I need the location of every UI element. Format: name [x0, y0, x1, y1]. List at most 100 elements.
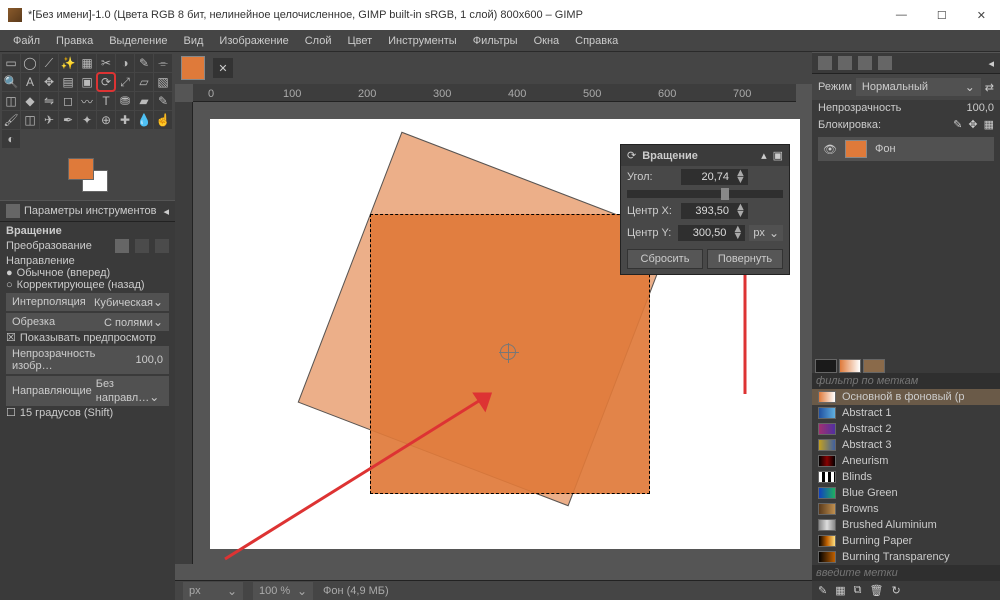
transform-path-icon[interactable]	[155, 239, 169, 253]
tool-measure[interactable]: A	[21, 73, 39, 91]
patterns-tab[interactable]	[839, 359, 861, 373]
dialog-detach-icon[interactable]: ▣	[773, 149, 783, 162]
layers-tab-icon[interactable]	[818, 56, 832, 70]
minimize-button[interactable]: —	[890, 9, 913, 22]
status-unit[interactable]: px	[183, 582, 243, 600]
angle-slider[interactable]	[627, 190, 783, 198]
visibility-icon[interactable]: 👁	[823, 143, 837, 156]
grad-edit-icon[interactable]: ✎	[818, 584, 827, 597]
tool-bucket[interactable]: ⛃	[116, 92, 134, 110]
tool-paintbrush[interactable]: 🖌	[2, 111, 20, 129]
swatch-fg[interactable]	[68, 158, 94, 180]
tool-blur[interactable]: 💧	[135, 111, 153, 129]
tool-rect-select[interactable]: ▭	[2, 54, 20, 72]
tool-move[interactable]: ✥	[40, 73, 58, 91]
tool-airbrush[interactable]: ✈	[40, 111, 58, 129]
menu-windows[interactable]: Окна	[527, 32, 567, 50]
rotate-button[interactable]: Повернуть	[707, 249, 783, 269]
interpolation-dropdown[interactable]: ИнтерполяцияКубическая	[6, 293, 169, 311]
canvas-area[interactable]: 0 100 200 300 400 500 600 700	[175, 84, 812, 580]
gradient-item[interactable]: Blue Green	[812, 485, 1000, 501]
tool-scale[interactable]: ⤢	[116, 73, 134, 91]
gradient-item[interactable]: Abstract 1	[812, 405, 1000, 421]
menu-layer[interactable]: Слой	[298, 32, 339, 50]
dock-menu-icon[interactable]: ◂	[988, 57, 994, 70]
lock-position-icon[interactable]: ✥	[968, 118, 977, 131]
tool-scissors[interactable]: ✂	[97, 54, 115, 72]
gradient-item[interactable]: Abstract 2	[812, 421, 1000, 437]
paths-tab-icon[interactable]	[858, 56, 872, 70]
grad-dup-icon[interactable]: ⧉	[854, 584, 862, 597]
gradient-filter-input[interactable]	[812, 373, 1000, 389]
gradients-tab[interactable]	[863, 359, 885, 373]
menu-file[interactable]: Файл	[6, 32, 47, 50]
tool-dodge[interactable]: ◐	[2, 130, 20, 148]
menu-help[interactable]: Справка	[568, 32, 625, 50]
panel-menu-icon[interactable]: ◂	[163, 205, 169, 218]
menu-edit[interactable]: Правка	[49, 32, 100, 50]
gradient-item[interactable]: Burning Paper	[812, 533, 1000, 549]
guides-dropdown[interactable]: НаправляющиеБез направл…	[6, 376, 169, 406]
gradient-item[interactable]: Browns	[812, 501, 1000, 517]
reset-button[interactable]: Сбросить	[627, 249, 703, 269]
tool-cage[interactable]: ◻	[59, 92, 77, 110]
lock-alpha-icon[interactable]: ▦	[984, 118, 994, 131]
tool-shear[interactable]: ▱	[135, 73, 153, 91]
layer-item[interactable]: 👁 Фон	[818, 137, 994, 161]
tool-handle[interactable]: ◆	[21, 92, 39, 110]
grad-del-icon[interactable]: 🗑	[869, 584, 883, 597]
tool-pencil[interactable]: ✎	[154, 92, 172, 110]
tool-free-select[interactable]: ⟋	[40, 54, 58, 72]
status-zoom[interactable]: 100 %	[253, 582, 313, 600]
undo-tab-icon[interactable]	[878, 56, 892, 70]
menu-tools[interactable]: Инструменты	[381, 32, 464, 50]
rotation-pivot[interactable]	[500, 344, 516, 360]
tool-smudge[interactable]: ☝	[154, 111, 172, 129]
tool-crop[interactable]: ▣	[78, 73, 96, 91]
gradient-item[interactable]: Burning Transparency	[812, 549, 1000, 565]
center-x-input[interactable]: ▲▼	[681, 203, 748, 219]
tool-warp[interactable]: 〰	[78, 92, 96, 110]
dialog-collapse-icon[interactable]: ▴	[761, 149, 767, 162]
center-y-input[interactable]: ▲▼	[678, 225, 745, 241]
clipping-dropdown[interactable]: ОбрезкаС полями	[6, 313, 169, 331]
brushes-tab[interactable]	[815, 359, 837, 373]
tool-rotate[interactable]: ⟳	[97, 73, 115, 91]
lock-pixels-icon[interactable]: ✎	[953, 118, 962, 131]
tool-unified[interactable]: ◫	[2, 92, 20, 110]
angle-input[interactable]: ▲▼	[681, 169, 748, 185]
menu-color[interactable]: Цвет	[340, 32, 379, 50]
tool-color-picker[interactable]: ⌯	[154, 54, 172, 72]
gradient-item[interactable]: Blinds	[812, 469, 1000, 485]
menu-view[interactable]: Вид	[177, 32, 211, 50]
grad-refresh-icon[interactable]: ↻	[891, 584, 900, 597]
image-close[interactable]: ✕	[213, 58, 233, 78]
tool-fuzzy-select[interactable]: ✨	[59, 54, 77, 72]
channels-tab-icon[interactable]	[838, 56, 852, 70]
image-opacity[interactable]: Непрозрачность изобр…100,0	[6, 346, 169, 374]
transform-selection-icon[interactable]	[135, 239, 149, 253]
fifteen-degrees-check[interactable]: 15 градусов (Shift)	[6, 406, 169, 419]
mode-switch-icon[interactable]: ⇄	[985, 81, 994, 94]
tool-mypaint[interactable]: ✦	[78, 111, 96, 129]
direction-normal[interactable]: Обычное (вперед)	[6, 267, 169, 279]
menu-filters[interactable]: Фильтры	[466, 32, 525, 50]
layer-opacity-value[interactable]: 100,0	[966, 102, 994, 114]
tool-text[interactable]: T	[97, 92, 115, 110]
tool-gradient[interactable]: ▰	[135, 92, 153, 110]
show-preview-check[interactable]: Показывать предпросмотр	[6, 331, 169, 344]
tool-flip[interactable]: ⇋	[40, 92, 58, 110]
gradient-tag-input[interactable]	[812, 565, 1000, 581]
tool-foreground[interactable]: ◑	[116, 54, 134, 72]
close-button[interactable]: ✕	[971, 9, 992, 22]
layer-mode-dropdown[interactable]: Нормальный	[856, 78, 981, 96]
tool-eraser[interactable]: ◫	[21, 111, 39, 129]
gradient-item[interactable]: Основной в фоновый (р	[812, 389, 1000, 405]
menu-select[interactable]: Выделение	[102, 32, 174, 50]
gradient-item[interactable]: Abstract 3	[812, 437, 1000, 453]
unit-dropdown[interactable]: px	[749, 225, 783, 241]
tool-ink[interactable]: ✒	[59, 111, 77, 129]
menu-image[interactable]: Изображение	[212, 32, 295, 50]
gradient-item[interactable]: Brushed Aluminium	[812, 517, 1000, 533]
tool-perspective[interactable]: ▧	[154, 73, 172, 91]
